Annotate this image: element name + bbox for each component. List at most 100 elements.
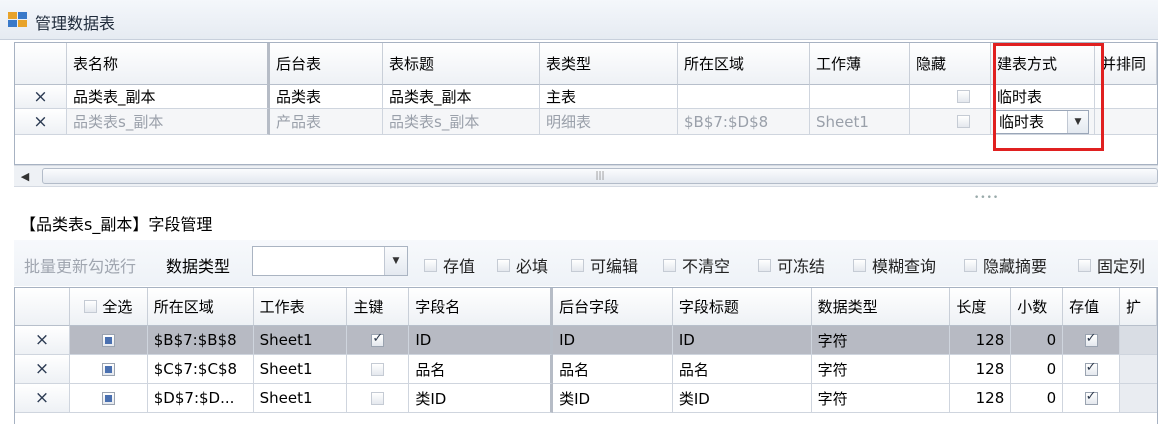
cell-data-type[interactable]: 字符 bbox=[811, 384, 951, 413]
scrollbar-thumb[interactable]: ||| bbox=[42, 168, 1158, 184]
required-checkbox[interactable] bbox=[497, 258, 510, 272]
row-select-checkbox[interactable] bbox=[101, 333, 115, 347]
table-row[interactable]: × $B$7:$B$8 Sheet1 ID ID ID 字符 128 0 bbox=[15, 326, 1158, 355]
col-header-store[interactable]: 存值 bbox=[1063, 288, 1121, 326]
col-header-backend-table[interactable]: 后台表 bbox=[270, 43, 383, 85]
batch-update-button[interactable]: 批量更新勾选行 bbox=[24, 253, 136, 277]
cell-table-caption[interactable]: 品类表_副本 bbox=[383, 85, 540, 109]
primary-key-checkbox[interactable] bbox=[371, 362, 385, 376]
cell-length[interactable]: 128 bbox=[950, 355, 1012, 384]
col-header-extend[interactable]: 扩 bbox=[1120, 288, 1157, 326]
col-header-primary-key[interactable]: 主键 bbox=[347, 288, 410, 326]
col-header-table-type[interactable]: 表类型 bbox=[540, 43, 678, 85]
cell-decimals[interactable]: 0 bbox=[1011, 355, 1064, 384]
store-value-checkbox[interactable] bbox=[1084, 331, 1098, 347]
cell-area[interactable]: $B$7:$B$8 bbox=[147, 326, 254, 355]
extend-cell[interactable] bbox=[1120, 355, 1158, 384]
cell-backend-field[interactable]: 品名 bbox=[553, 355, 673, 384]
fields-grid: 全选 所在区域 工作表 主键 字段名 后台字段 字段标题 数据类型 长度 小数 … bbox=[14, 287, 1158, 424]
highlight-box bbox=[993, 43, 1104, 151]
cell-workbook[interactable] bbox=[810, 85, 910, 109]
delete-row-button[interactable]: × bbox=[15, 326, 70, 355]
cell-field-name[interactable]: ID bbox=[409, 326, 554, 355]
cell-data-type[interactable]: 字符 bbox=[811, 355, 951, 384]
cell-backend-table[interactable]: 品类表 bbox=[270, 85, 383, 109]
cell-field-caption[interactable]: 类ID bbox=[672, 384, 812, 413]
col-header-hidden[interactable]: 隐藏 bbox=[910, 43, 991, 85]
store-value-checkbox[interactable] bbox=[424, 258, 437, 272]
hide-summary-label: 隐藏摘要 bbox=[983, 257, 1048, 276]
col-header-side-by-side[interactable]: 并排同 bbox=[1095, 43, 1157, 85]
col-header-decimals[interactable]: 小数 bbox=[1011, 288, 1064, 326]
cell-sheet[interactable]: Sheet1 bbox=[253, 355, 348, 384]
cell-field-caption[interactable]: 品名 bbox=[672, 355, 812, 384]
cell-table-type[interactable]: 明细表 bbox=[540, 109, 678, 135]
col-header-field-caption[interactable]: 字段标题 bbox=[672, 288, 812, 326]
cell-table-name[interactable]: 品类表s_副本 bbox=[67, 109, 270, 135]
cell-data-type[interactable]: 字符 bbox=[811, 326, 951, 355]
col-header-length[interactable]: 长度 bbox=[950, 288, 1012, 326]
hidden-checkbox[interactable] bbox=[957, 115, 970, 128]
col-header-table-name[interactable]: 表名称 bbox=[67, 43, 270, 85]
table-row[interactable]: × 品类表_副本 品类表 品类表_副本 主表 临时表 bbox=[15, 85, 1157, 109]
cell-area[interactable] bbox=[678, 85, 810, 109]
col-header-area[interactable]: 所在区域 bbox=[147, 288, 254, 326]
delete-row-button[interactable]: × bbox=[15, 355, 70, 384]
primary-key-checkbox[interactable] bbox=[371, 391, 385, 405]
col-header-area[interactable]: 所在区域 bbox=[678, 43, 810, 85]
col-header-field-name[interactable]: 字段名 bbox=[409, 288, 554, 326]
extend-cell[interactable] bbox=[1120, 326, 1158, 355]
table-app-icon bbox=[8, 12, 27, 27]
col-header-table-caption[interactable]: 表标题 bbox=[383, 43, 540, 85]
cell-backend-field[interactable]: ID bbox=[553, 326, 673, 355]
row-header-corner bbox=[15, 288, 70, 326]
cell-area[interactable]: $C$7:$C$8 bbox=[147, 355, 254, 384]
splitter-grip-icon[interactable]: •••• bbox=[974, 193, 998, 203]
tables-grid: 表名称 后台表 表标题 表类型 所在区域 工作薄 隐藏 建表方式 并排同 × 品… bbox=[14, 42, 1158, 165]
scroll-left-arrow-icon[interactable]: ◀ bbox=[14, 165, 36, 187]
grip-icon: ||| bbox=[595, 171, 605, 181]
select-all-checkbox[interactable] bbox=[84, 300, 98, 313]
row-select-checkbox[interactable] bbox=[101, 391, 115, 405]
editable-checkbox[interactable] bbox=[571, 258, 584, 272]
row-select-checkbox[interactable] bbox=[101, 362, 115, 376]
cell-backend-field[interactable]: 类ID bbox=[553, 384, 673, 413]
table-row[interactable]: × $D$7:$D... Sheet1 类ID 类ID 类ID 字符 128 0 bbox=[15, 384, 1158, 413]
cell-length[interactable]: 128 bbox=[950, 384, 1012, 413]
cell-table-type[interactable]: 主表 bbox=[540, 85, 678, 109]
cell-field-caption[interactable]: ID bbox=[672, 326, 812, 355]
freezable-checkbox[interactable] bbox=[758, 258, 771, 272]
col-header-backend-field[interactable]: 后台字段 bbox=[553, 288, 673, 326]
delete-row-button[interactable]: × bbox=[15, 384, 70, 413]
extend-cell[interactable] bbox=[1120, 384, 1158, 413]
cell-decimals[interactable]: 0 bbox=[1011, 384, 1064, 413]
fuzzy-search-checkbox[interactable] bbox=[853, 258, 866, 272]
fixed-column-checkbox[interactable] bbox=[1078, 258, 1091, 272]
delete-row-button[interactable]: × bbox=[15, 109, 67, 135]
cell-backend-table[interactable]: 产品表 bbox=[270, 109, 383, 135]
cell-decimals[interactable]: 0 bbox=[1011, 326, 1064, 355]
chevron-down-icon[interactable]: ▼ bbox=[384, 247, 407, 275]
hidden-checkbox[interactable] bbox=[957, 90, 970, 103]
store-value-checkbox[interactable] bbox=[1084, 389, 1098, 405]
cell-area[interactable]: $D$7:$D... bbox=[147, 384, 254, 413]
table-row[interactable]: × 品类表s_副本 产品表 品类表s_副本 明细表 $B$7:$D$8 Shee… bbox=[15, 109, 1157, 135]
col-header-workbook[interactable]: 工作薄 bbox=[810, 43, 910, 85]
hide-summary-checkbox[interactable] bbox=[964, 258, 977, 272]
cell-sheet[interactable]: Sheet1 bbox=[253, 326, 348, 355]
cell-field-name[interactable]: 品名 bbox=[409, 355, 554, 384]
col-header-data-type[interactable]: 数据类型 bbox=[811, 288, 951, 326]
cell-field-name[interactable]: 类ID bbox=[409, 384, 554, 413]
cell-workbook[interactable]: Sheet1 bbox=[810, 109, 910, 135]
cell-area[interactable]: $B$7:$D$8 bbox=[678, 109, 810, 135]
table-row[interactable]: × $C$7:$C$8 Sheet1 品名 品名 品名 字符 128 0 bbox=[15, 355, 1158, 384]
primary-key-checkbox[interactable] bbox=[371, 331, 385, 347]
no-clear-checkbox[interactable] bbox=[663, 258, 676, 272]
store-value-checkbox[interactable] bbox=[1084, 360, 1098, 376]
delete-row-button[interactable]: × bbox=[15, 85, 67, 109]
cell-table-caption[interactable]: 品类表s_副本 bbox=[383, 109, 540, 135]
col-header-sheet[interactable]: 工作表 bbox=[253, 288, 348, 326]
cell-table-name[interactable]: 品类表_副本 bbox=[67, 85, 270, 109]
cell-length[interactable]: 128 bbox=[950, 326, 1012, 355]
cell-sheet[interactable]: Sheet1 bbox=[253, 384, 348, 413]
